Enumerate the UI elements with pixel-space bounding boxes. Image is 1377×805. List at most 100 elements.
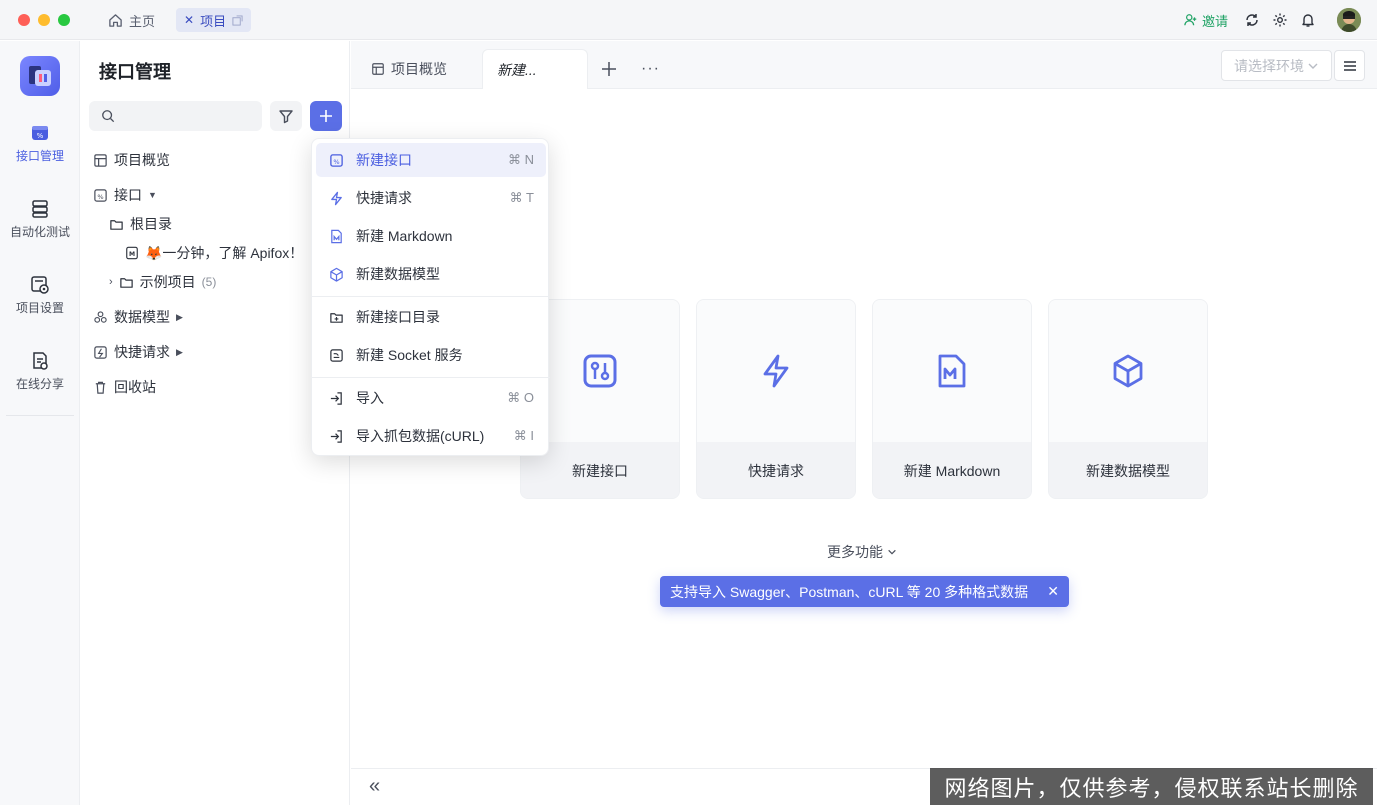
svg-text:%: % [333,157,339,165]
menu-item-new-api[interactable]: % 新建接口 ⌘ N [316,143,546,177]
menu-button[interactable] [1334,50,1365,81]
tree-item-api[interactable]: % 接口 ▼ [93,185,157,205]
menu-label: 新建数据模型 [356,266,440,282]
search-icon [102,110,115,123]
filter-button[interactable] [270,101,302,131]
tree-item-overview[interactable]: 项目概览 [93,150,170,170]
folder-icon [110,219,123,230]
tab-overview[interactable]: 项目概览 [357,49,461,89]
menu-item-quick-request[interactable]: 快捷请求 ⌘ T [316,181,546,215]
tree-item-root-dir[interactable]: 根目录 [109,214,172,234]
caret-right-icon[interactable]: ▶ [176,312,183,323]
sync-icon[interactable] [1243,9,1261,31]
menu-label: 快捷请求 [356,190,412,206]
tree-label-recycle: 回收站 [114,379,156,395]
rail-item-automation-test[interactable]: 自动化测试 [0,199,80,240]
folder-plus-icon [329,312,343,323]
import-hint-tooltip: 支持导入 Swagger、Postman、cURL 等 20 多种格式数据 ✕ [660,576,1069,607]
menu-label: 新建 Markdown [356,228,453,244]
new-tab-button[interactable] [595,49,623,89]
main-tab-bar: 项目概览 新建... ··· 请选择环境 [351,41,1377,89]
menu-shortcut: ⌘ O [507,390,534,405]
menu-item-new-data-model[interactable]: 新建数据模型 [316,257,546,291]
card-new-markdown[interactable]: 新建 Markdown [872,299,1032,499]
add-user-icon [1184,14,1197,26]
chevron-right-icon[interactable]: › [109,276,113,288]
quick-request-icon [94,345,107,359]
rail-item-api-management[interactable]: % 接口管理 [0,123,80,164]
watermark: 网络图片，仅供参考，侵权联系站长删除 [930,768,1373,805]
cubes-icon [94,310,107,323]
import-icon [330,429,342,443]
menu-label: 新建 Socket 服务 [356,347,463,363]
title-bar: 主页 ✕ 项目 邀请 [0,0,1377,40]
tree-label-doc: 🦊一分钟，了解 Apifox！ [145,245,304,261]
search-box[interactable] [89,101,262,131]
tree-item-example-folder[interactable]: › 示例项目 (5) [109,272,216,292]
menu-item-new-markdown[interactable]: 新建 Markdown [316,219,546,253]
more-functions-label: 更多功能 [827,544,883,560]
home-icon [109,13,122,27]
maximize-window-button[interactable] [58,14,70,26]
environment-select[interactable]: 请选择环境 [1221,50,1332,81]
api-icon [583,354,617,388]
menu-divider [312,296,550,297]
more-functions-toggle[interactable]: 更多功能 [827,542,897,562]
tree-label-overview: 项目概览 [114,152,170,168]
rail-item-project-settings[interactable]: 项目设置 [0,275,80,316]
tab-new[interactable]: 新建... [482,49,588,89]
menu-item-import[interactable]: 导入 ⌘ O [316,381,546,415]
caret-right-icon[interactable]: ▶ [176,347,183,358]
home-tab[interactable]: 主页 [100,8,163,32]
tree-item-doc[interactable]: M 🦊一分钟，了解 Apifox！ [125,243,303,263]
rail-item-online-share[interactable]: 在线分享 [0,351,80,392]
card-quick-request[interactable]: 快捷请求 [696,299,856,499]
tree-label-quick-request: 快捷请求 [114,344,170,360]
new-item-dropdown: % 新建接口 ⌘ N 快捷请求 ⌘ T 新建 Markdown 新建数据模型 新… [311,138,550,456]
more-horizontal-icon: ··· [641,60,660,77]
tree-item-recycle[interactable]: 回收站 [93,377,156,397]
collapse-sidebar-icon[interactable]: « [369,775,380,798]
tree-label-root-dir: 根目录 [130,216,172,232]
left-rail: % 接口管理 自动化测试 项目设置 在线分享 [0,41,80,805]
markdown-icon [938,354,966,388]
menu-divider [312,377,550,378]
tree-item-quick-request[interactable]: 快捷请求 ▶ [93,342,183,362]
layout-icon [372,63,384,75]
markdown-file-icon: M [126,246,138,260]
menu-item-import-curl[interactable]: 导入抓包数据(cURL) ⌘ I [316,419,546,453]
close-window-button[interactable] [18,14,30,26]
invite-button[interactable]: 邀请 [1184,9,1228,31]
gear-icon[interactable] [1271,9,1289,31]
caret-down-icon[interactable]: ▼ [148,190,157,200]
api-icon: % [94,188,107,202]
menu-label: 新建接口目录 [356,309,440,325]
project-tab[interactable]: ✕ 项目 [176,8,252,32]
more-tabs-button[interactable]: ··· [635,49,666,89]
tree-label-data-model: 数据模型 [114,309,170,325]
card-label: 新建数据模型 [1049,442,1207,498]
avatar[interactable] [1337,8,1361,32]
add-button[interactable] [310,101,342,131]
plus-icon [602,62,616,76]
rail-label-api-management: 接口管理 [15,149,64,163]
rail-label-automation-test: 自动化测试 [9,225,70,239]
tree-item-data-model[interactable]: 数据模型 ▶ [93,307,183,327]
card-label: 新建 Markdown [873,442,1031,498]
menu-shortcut: ⌘ T [509,190,534,205]
rail-label-project-settings: 项目设置 [15,301,64,315]
api-icon: % [32,126,48,140]
menu-item-new-socket-service[interactable]: 新建 Socket 服务 [316,338,546,372]
menu-item-new-api-folder[interactable]: 新建接口目录 [316,300,546,334]
minimize-window-button[interactable] [38,14,50,26]
filter-icon [279,110,293,124]
lightning-icon [763,354,789,388]
search-input[interactable] [119,101,259,131]
folder-icon [119,277,133,288]
close-icon[interactable]: ✕ [184,13,194,27]
card-new-data-model[interactable]: 新建数据模型 [1048,299,1208,499]
bell-icon[interactable] [1299,9,1317,31]
server-icon [32,200,48,218]
close-icon[interactable]: ✕ [1047,583,1059,600]
svg-text:%: % [37,132,44,140]
